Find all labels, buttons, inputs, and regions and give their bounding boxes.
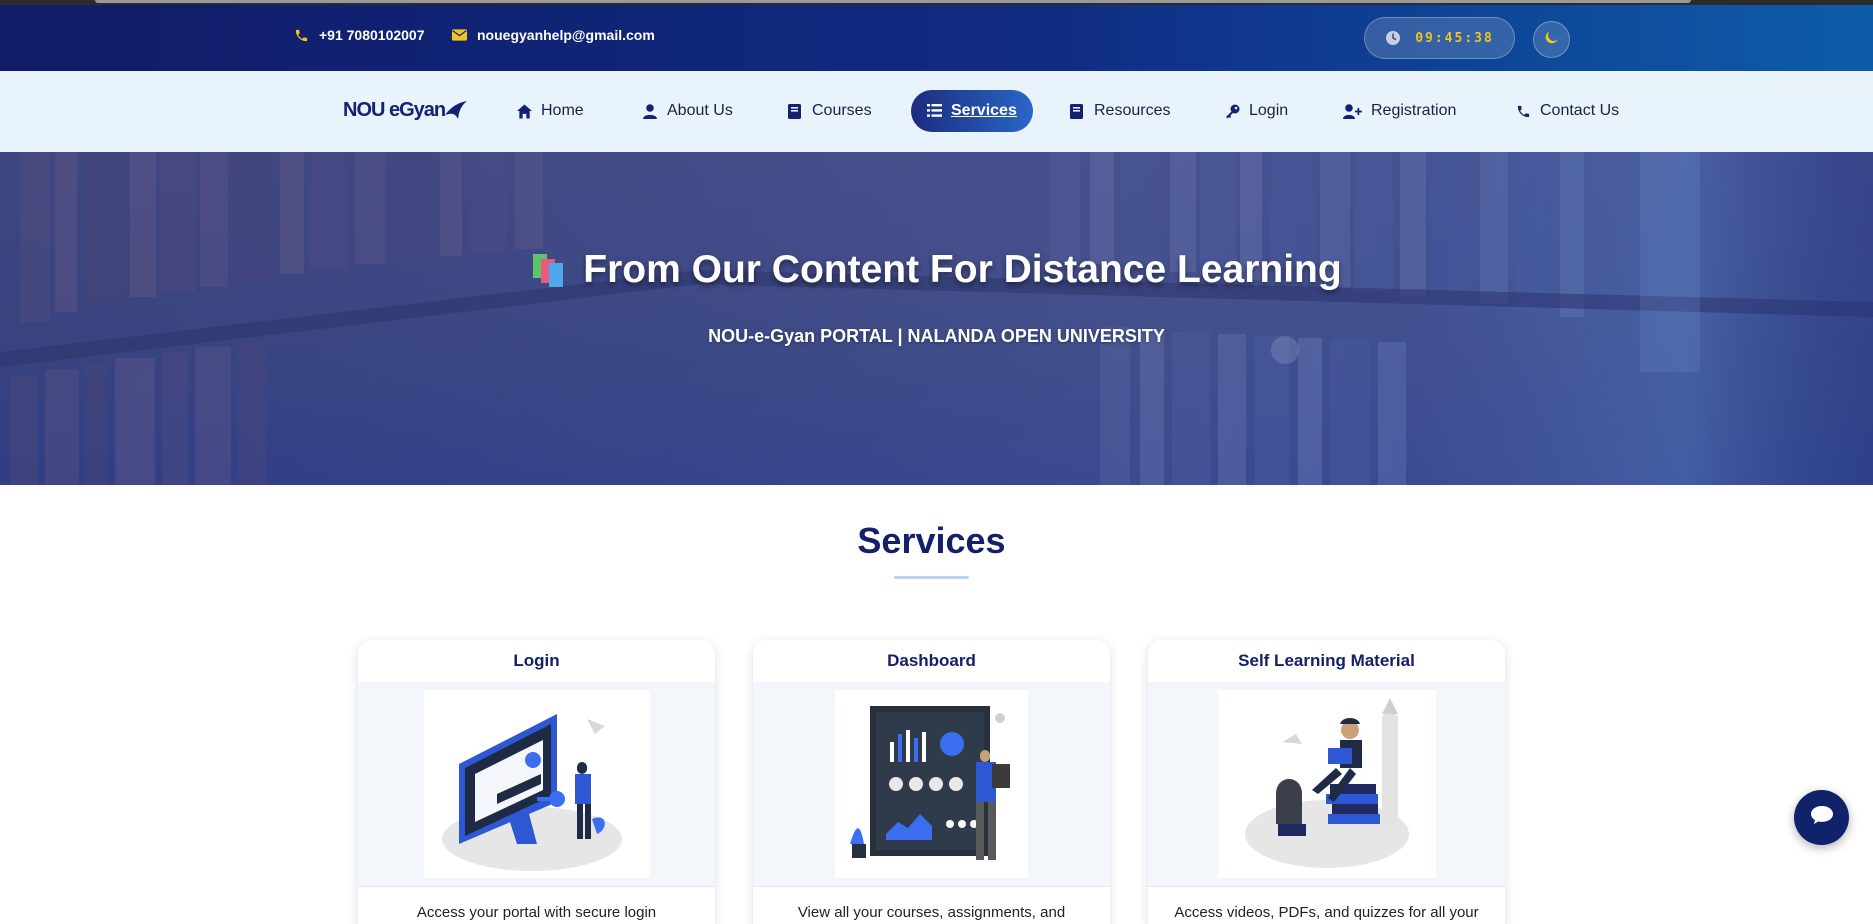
hero-title-text: From Our Content For Distance Learning: [583, 248, 1342, 291]
nav-courses-label: Courses: [812, 102, 872, 119]
card-description: Access your portal with secure login: [416, 904, 657, 921]
logo-text: NOU eGyan: [343, 98, 446, 121]
hero-subtitle: NOU-e-Gyan PORTAL | NALANDA OPEN UNIVERS…: [708, 326, 1165, 346]
nav-resources[interactable]: Resources: [1070, 90, 1170, 132]
card-description: Access videos, PDFs, and quizzes for all…: [1174, 904, 1479, 921]
browser-tab-strip: [95, 0, 1691, 3]
nav-contact-us[interactable]: Contact Us: [1516, 90, 1619, 132]
main-navbar: NOU eGyan Home About Us Courses Services…: [0, 71, 1873, 152]
dashboard-illustration: [835, 690, 1028, 878]
moon-icon: [1544, 29, 1560, 50]
nav-home-label: Home: [541, 102, 584, 119]
clock-icon: [1385, 30, 1401, 46]
key-icon: [1225, 104, 1240, 119]
nav-resources-label: Resources: [1094, 102, 1171, 119]
service-card-self-learning-material[interactable]: Self Learning Material Access videos, PD…: [1148, 640, 1505, 924]
services-heading: Services: [857, 520, 1006, 561]
theme-toggle-button[interactable]: [1533, 21, 1570, 58]
live-clock: 09:45:38: [1364, 17, 1515, 59]
service-card-dashboard[interactable]: Dashboard View all your courses, assignm…: [753, 640, 1110, 924]
nav-registration-label: Registration: [1371, 102, 1457, 119]
user-icon: [643, 103, 658, 119]
book-icon: [1070, 103, 1085, 119]
book-icon: [788, 103, 803, 119]
nav-courses[interactable]: Courses: [788, 90, 872, 132]
card-title: Self Learning Material: [1148, 640, 1505, 682]
envelope-icon: [451, 27, 467, 43]
nav-contact-label: Contact Us: [1540, 102, 1620, 119]
nav-about-label: About Us: [667, 102, 733, 119]
books-icon: [531, 252, 567, 288]
nav-about-us[interactable]: About Us: [643, 90, 733, 132]
phone-icon: [293, 27, 309, 43]
card-image-area: [1148, 682, 1505, 887]
nav-login-label: Login: [1249, 102, 1289, 119]
clock-time: 09:45:38: [1415, 30, 1494, 46]
contact-phone[interactable]: +91 7080102007: [293, 27, 425, 43]
card-title: Login: [358, 640, 715, 682]
user-plus-icon: [1343, 103, 1362, 119]
login-illustration: [423, 690, 650, 878]
card-image-area: [358, 682, 715, 887]
hero-banner: From Our Content For Distance Learning N…: [0, 152, 1873, 485]
phone-number: +91 7080102007: [319, 27, 425, 43]
heading-underline: [894, 576, 969, 579]
self-learning-illustration: [1217, 690, 1436, 878]
list-icon: [927, 103, 942, 119]
contact-email[interactable]: nouegyanhelp@gmail.com: [451, 27, 655, 43]
logo-bird-icon: [445, 101, 468, 119]
nav-home[interactable]: Home: [517, 90, 584, 132]
service-card-login[interactable]: Login Access your portal with secure log…: [358, 640, 715, 924]
phone-icon: [1516, 104, 1531, 119]
nav-login[interactable]: Login: [1225, 90, 1288, 132]
chat-bubble-icon: [1810, 805, 1834, 830]
chat-button[interactable]: [1794, 790, 1849, 845]
card-title: Dashboard: [753, 640, 1110, 682]
site-logo[interactable]: NOU eGyan: [343, 95, 468, 125]
card-image-area: [753, 682, 1110, 887]
home-icon: [517, 103, 532, 119]
email-address: nouegyanhelp@gmail.com: [477, 27, 655, 43]
hero-overlay: [0, 152, 1873, 485]
hero-title: From Our Content For Distance Learning: [0, 248, 1873, 292]
nav-services[interactable]: Services: [911, 90, 1033, 132]
nav-registration[interactable]: Registration: [1343, 90, 1456, 132]
card-description: View all your courses, assignments, and: [797, 904, 1066, 921]
nav-services-label: Services: [951, 102, 1017, 119]
top-info-bar: +91 7080102007 nouegyanhelp@gmail.com 09…: [0, 5, 1873, 71]
